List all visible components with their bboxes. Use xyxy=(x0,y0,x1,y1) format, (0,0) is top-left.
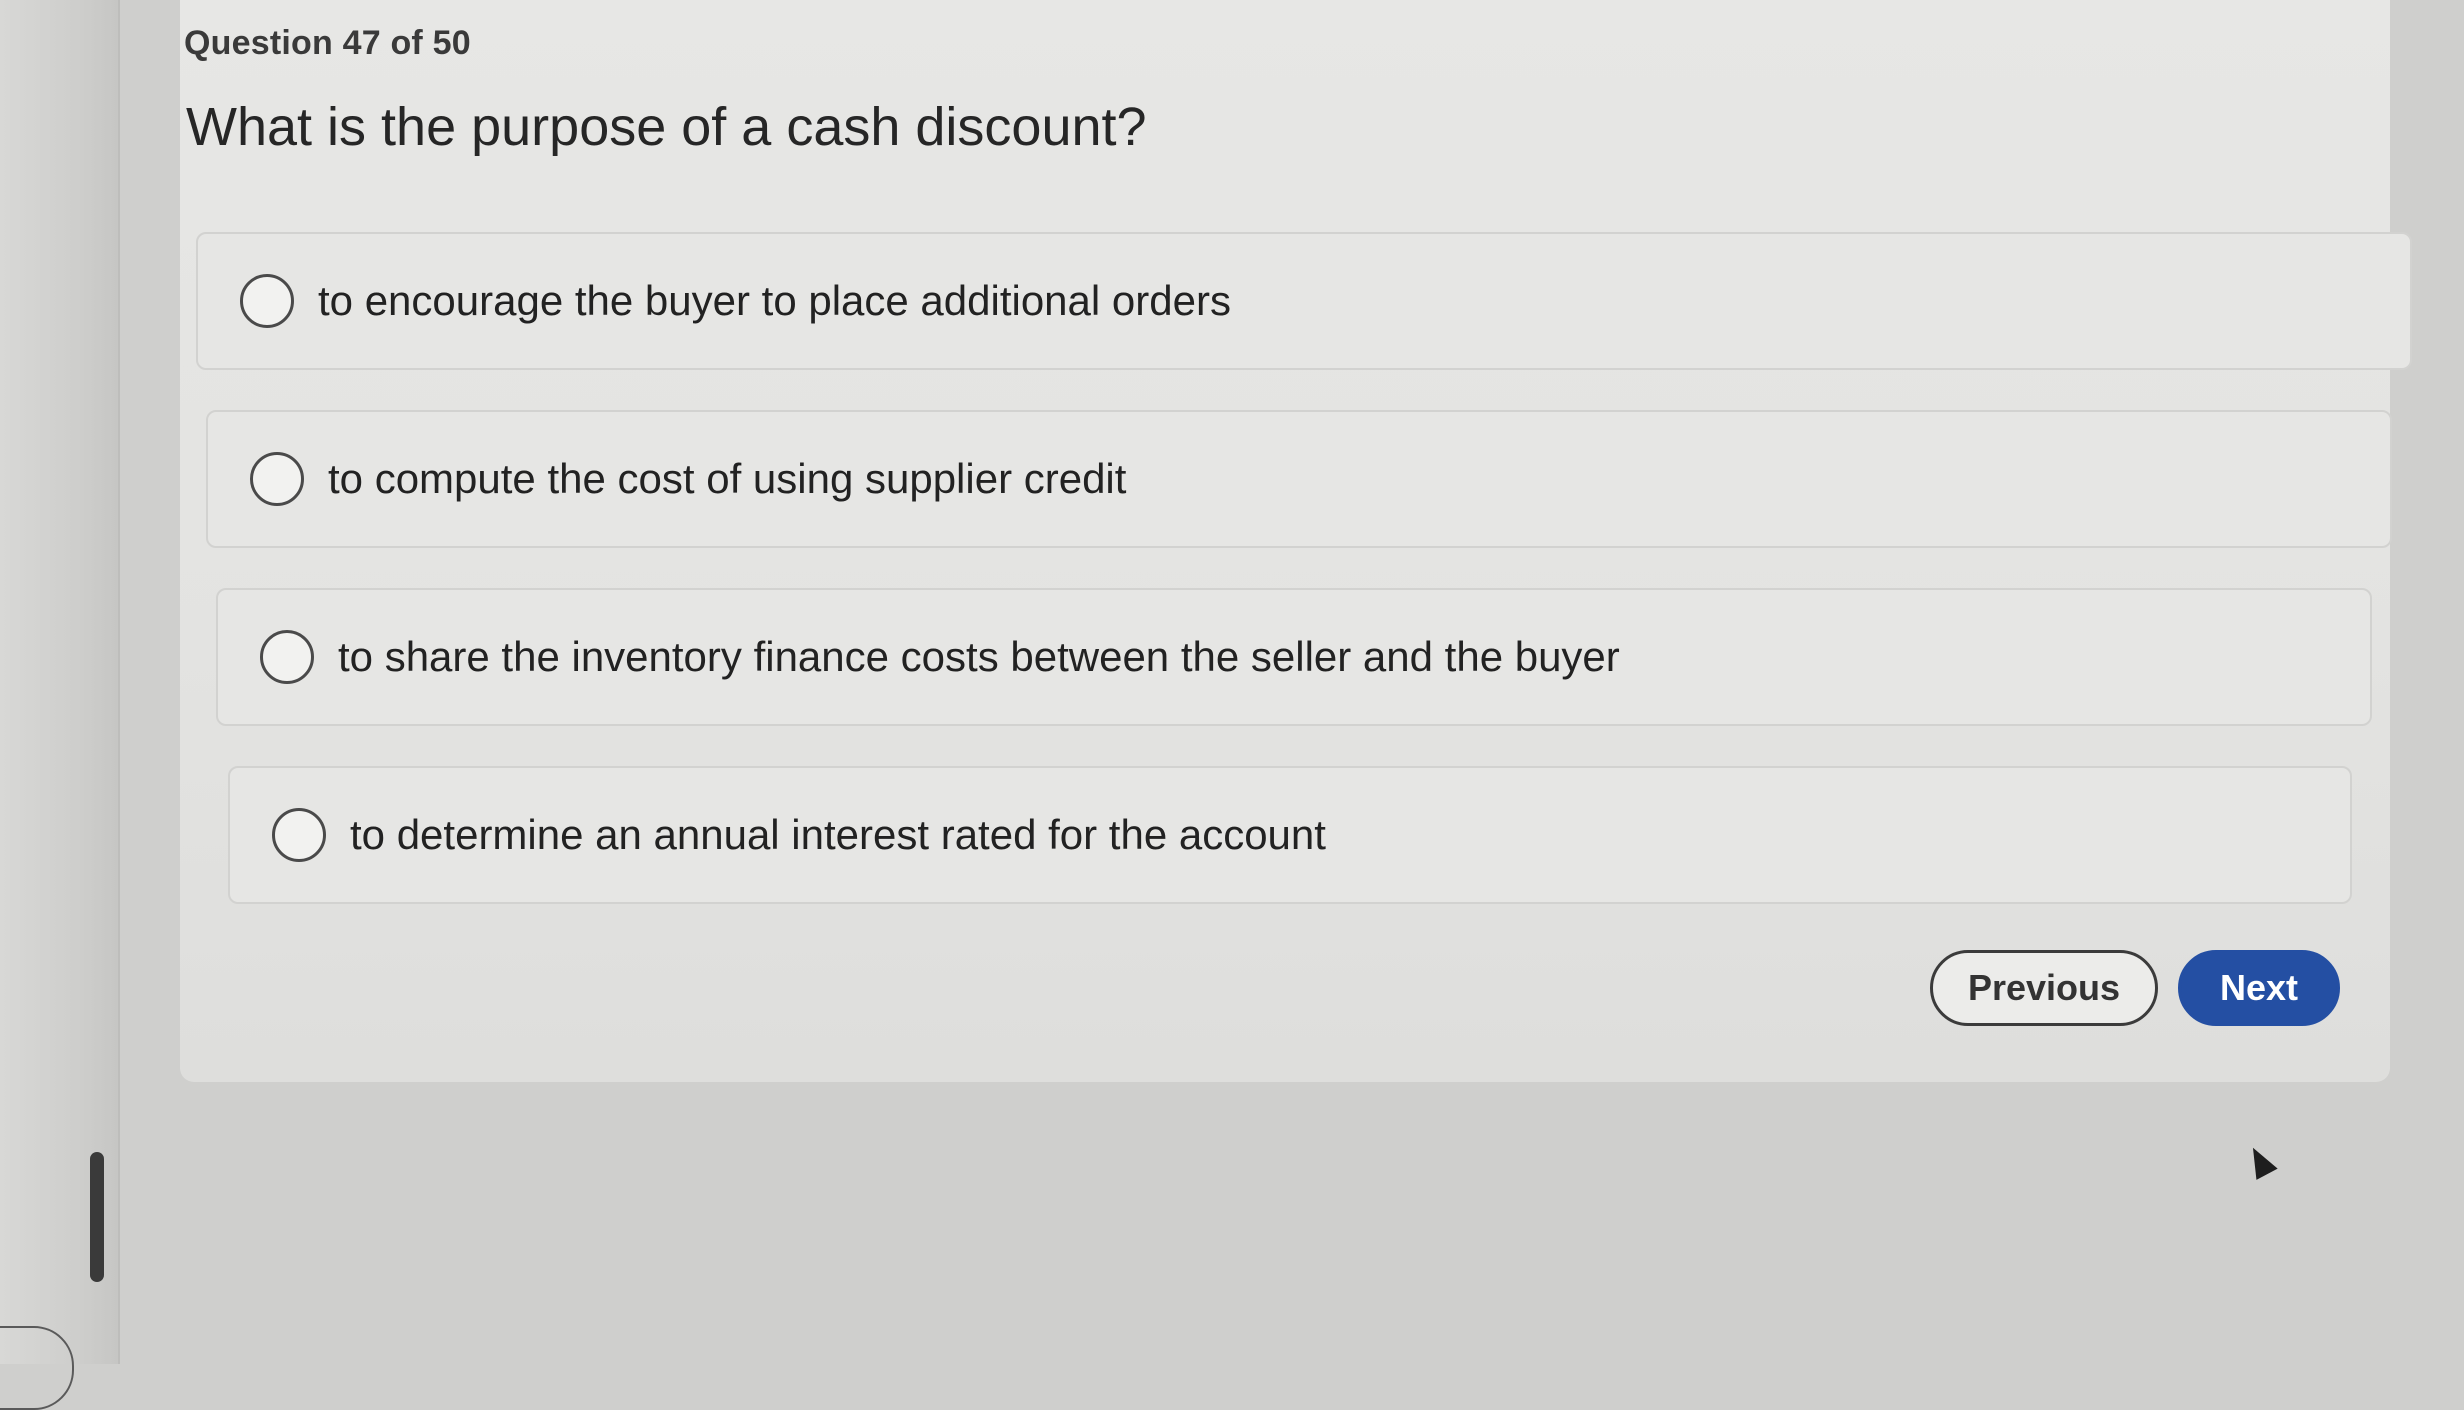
left-sidebar xyxy=(0,0,120,1410)
mouse-pointer-icon xyxy=(2242,1142,2278,1180)
answer-option-label: to determine an annual interest rated fo… xyxy=(350,811,1326,858)
radio-unchecked-icon[interactable] xyxy=(240,274,294,328)
radio-unchecked-icon[interactable] xyxy=(250,452,304,506)
question-text: What is the purpose of a cash discount? xyxy=(186,97,1147,157)
answer-option-label: to share the inventory finance costs bet… xyxy=(338,633,1620,680)
answer-option[interactable]: to share the inventory finance costs bet… xyxy=(216,588,2372,726)
answer-options: to encourage the buyer to place addition… xyxy=(196,232,2412,944)
answer-option[interactable]: to encourage the buyer to place addition… xyxy=(196,232,2412,370)
radio-unchecked-icon[interactable] xyxy=(272,808,326,862)
question-navigation: Previous Next xyxy=(1930,950,2340,1026)
question-counter: Question 47 of 50 xyxy=(184,24,471,62)
answer-option[interactable]: to determine an annual interest rated fo… xyxy=(228,766,2352,904)
scrollbar-thumb[interactable] xyxy=(90,1152,104,1282)
answer-option-label: to encourage the buyer to place addition… xyxy=(318,277,1231,324)
previous-button[interactable]: Previous xyxy=(1930,950,2158,1026)
answer-option[interactable]: to compute the cost of using supplier cr… xyxy=(206,410,2392,548)
answer-option-label: to compute the cost of using supplier cr… xyxy=(328,455,1127,502)
sidebar-corner-decoration xyxy=(0,1326,74,1410)
next-button[interactable]: Next xyxy=(2178,950,2340,1026)
radio-unchecked-icon[interactable] xyxy=(260,630,314,684)
